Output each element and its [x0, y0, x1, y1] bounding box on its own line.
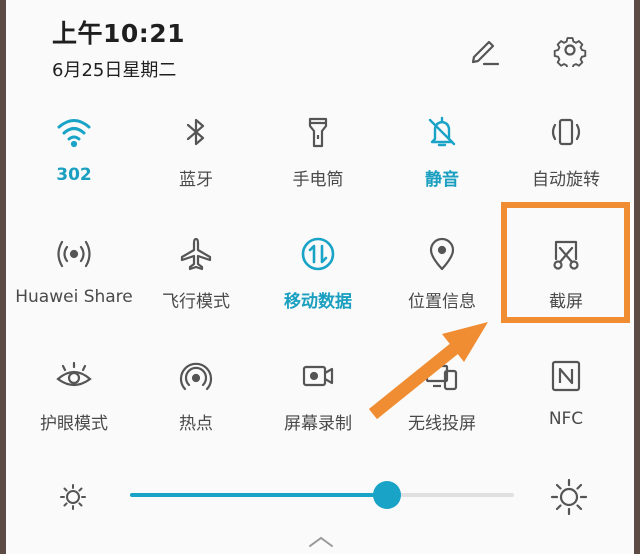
brightness-high-icon	[550, 478, 588, 516]
tile-hotspot[interactable]: 热点	[136, 352, 256, 462]
tile-label: 护眼模式	[40, 414, 108, 434]
status-time: 上午10:21	[52, 19, 186, 48]
tile-eye-comfort[interactable]: 护眼模式	[14, 352, 134, 462]
tile-airplane[interactable]: 飞行模式	[136, 230, 256, 340]
nfc-icon	[551, 360, 581, 392]
tile-label: 移动数据	[284, 292, 352, 312]
tile-label: 无线投屏	[408, 414, 476, 434]
tile-nfc[interactable]: NFC	[506, 352, 626, 462]
huawei-share-icon	[57, 240, 91, 268]
brightness-slider-fill	[130, 493, 388, 497]
wireless-projection-icon	[425, 364, 458, 391]
tile-huawei-share[interactable]: Huawei Share	[14, 230, 134, 340]
tile-label: 蓝牙	[179, 170, 213, 190]
expand-handle-icon[interactable]	[306, 532, 336, 550]
pencil-icon	[471, 40, 500, 66]
tile-label: 屏幕录制	[284, 414, 352, 434]
edit-button[interactable]	[464, 30, 504, 70]
tile-label: 位置信息	[408, 292, 476, 312]
hotspot-icon	[179, 362, 213, 391]
status-date: 6月25日星期二	[52, 60, 177, 81]
tile-label: Huawei Share	[15, 287, 133, 307]
screen-record-icon	[302, 365, 334, 387]
wifi-icon	[57, 119, 91, 148]
tile-label: NFC	[548, 409, 584, 429]
tile-screen-record[interactable]: 屏幕录制	[258, 352, 378, 462]
tile-mobile-data[interactable]: 移动数据	[258, 230, 378, 340]
tile-wireless-projection[interactable]: 无线投屏	[382, 352, 502, 462]
location-icon	[429, 237, 455, 271]
airplane-icon	[180, 237, 212, 271]
eye-icon	[56, 361, 92, 387]
bluetooth-icon	[186, 118, 205, 146]
gear-icon	[553, 37, 587, 67]
auto-rotate-icon	[551, 118, 581, 146]
mobile-data-icon	[301, 237, 335, 271]
tile-location[interactable]: 位置信息	[382, 230, 502, 340]
brightness-low-icon	[60, 484, 86, 510]
tile-label: 302	[56, 165, 92, 185]
tile-label: 飞行模式	[162, 292, 230, 312]
brightness-slider[interactable]	[130, 481, 514, 509]
tile-label: 手电筒	[292, 170, 344, 190]
tile-label: 静音	[425, 170, 459, 190]
tile-bluetooth[interactable]: 蓝牙	[136, 108, 256, 218]
bell-off-icon	[428, 116, 456, 147]
tile-mute[interactable]: 静音	[382, 108, 502, 218]
tile-label: 热点	[179, 414, 213, 434]
tile-flashlight[interactable]: 手电筒	[258, 108, 378, 218]
background-edge-right	[634, 0, 640, 554]
annotation-highlight-box	[501, 202, 630, 323]
tile-label: 自动旋转	[532, 170, 600, 190]
flashlight-icon	[308, 117, 328, 148]
tile-wifi[interactable]: 302	[14, 108, 134, 218]
settings-button[interactable]	[550, 30, 590, 70]
